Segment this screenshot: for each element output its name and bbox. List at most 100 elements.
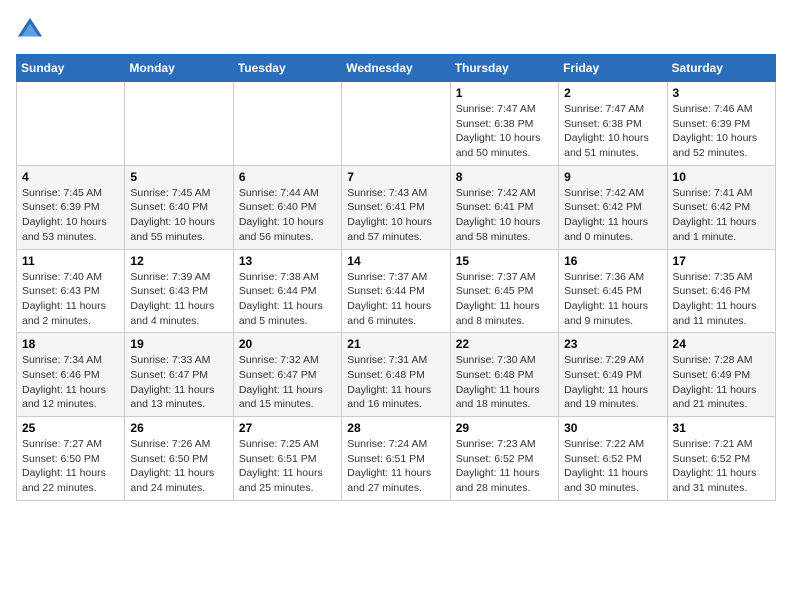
day-info: Sunrise: 7:33 AMSunset: 6:47 PMDaylight:… [130, 353, 227, 412]
calendar-week-3: 11 Sunrise: 7:40 AMSunset: 6:43 PMDayligh… [17, 249, 776, 333]
calendar-week-5: 25 Sunrise: 7:27 AMSunset: 6:50 PMDayligh… [17, 417, 776, 501]
day-number: 26 [130, 421, 227, 435]
calendar-cell: 2 Sunrise: 7:47 AMSunset: 6:38 PMDaylight… [559, 82, 667, 166]
day-number: 8 [456, 170, 553, 184]
day-info: Sunrise: 7:28 AMSunset: 6:49 PMDaylight:… [673, 353, 770, 412]
day-info: Sunrise: 7:23 AMSunset: 6:52 PMDaylight:… [456, 437, 553, 496]
calendar-cell: 25 Sunrise: 7:27 AMSunset: 6:50 PMDayligh… [17, 417, 125, 501]
calendar-cell: 30 Sunrise: 7:22 AMSunset: 6:52 PMDayligh… [559, 417, 667, 501]
calendar-cell: 21 Sunrise: 7:31 AMSunset: 6:48 PMDayligh… [342, 333, 450, 417]
page-header [16, 16, 776, 44]
day-info: Sunrise: 7:42 AMSunset: 6:41 PMDaylight:… [456, 186, 553, 245]
calendar-cell: 16 Sunrise: 7:36 AMSunset: 6:45 PMDayligh… [559, 249, 667, 333]
day-number: 14 [347, 254, 444, 268]
calendar-table: SundayMondayTuesdayWednesdayThursdayFrid… [16, 54, 776, 501]
day-info: Sunrise: 7:32 AMSunset: 6:47 PMDaylight:… [239, 353, 336, 412]
day-number: 31 [673, 421, 770, 435]
day-number: 20 [239, 337, 336, 351]
day-info: Sunrise: 7:38 AMSunset: 6:44 PMDaylight:… [239, 270, 336, 329]
calendar-cell: 1 Sunrise: 7:47 AMSunset: 6:38 PMDaylight… [450, 82, 558, 166]
day-number: 19 [130, 337, 227, 351]
day-number: 11 [22, 254, 119, 268]
day-number: 18 [22, 337, 119, 351]
day-info: Sunrise: 7:30 AMSunset: 6:48 PMDaylight:… [456, 353, 553, 412]
calendar-cell: 7 Sunrise: 7:43 AMSunset: 6:41 PMDaylight… [342, 165, 450, 249]
day-info: Sunrise: 7:40 AMSunset: 6:43 PMDaylight:… [22, 270, 119, 329]
day-number: 25 [22, 421, 119, 435]
calendar-cell: 5 Sunrise: 7:45 AMSunset: 6:40 PMDaylight… [125, 165, 233, 249]
weekday-header-wednesday: Wednesday [342, 55, 450, 82]
calendar-cell: 23 Sunrise: 7:29 AMSunset: 6:49 PMDayligh… [559, 333, 667, 417]
calendar-cell: 8 Sunrise: 7:42 AMSunset: 6:41 PMDaylight… [450, 165, 558, 249]
calendar-cell: 6 Sunrise: 7:44 AMSunset: 6:40 PMDaylight… [233, 165, 341, 249]
calendar-cell: 26Sunrise: 7:26 AMSunset: 6:50 PMDayligh… [125, 417, 233, 501]
day-info: Sunrise: 7:22 AMSunset: 6:52 PMDaylight:… [564, 437, 661, 496]
calendar-cell: 14Sunrise: 7:37 AMSunset: 6:44 PMDayligh… [342, 249, 450, 333]
calendar-cell: 29 Sunrise: 7:23 AMSunset: 6:52 PMDayligh… [450, 417, 558, 501]
day-info: Sunrise: 7:47 AMSunset: 6:38 PMDaylight:… [456, 102, 553, 161]
day-info: Sunrise: 7:31 AMSunset: 6:48 PMDaylight:… [347, 353, 444, 412]
weekday-header-saturday: Saturday [667, 55, 775, 82]
day-number: 21 [347, 337, 444, 351]
calendar-cell [342, 82, 450, 166]
day-info: Sunrise: 7:42 AMSunset: 6:42 PMDaylight:… [564, 186, 661, 245]
calendar-cell [17, 82, 125, 166]
day-number: 29 [456, 421, 553, 435]
calendar-cell: 11 Sunrise: 7:40 AMSunset: 6:43 PMDayligh… [17, 249, 125, 333]
day-number: 23 [564, 337, 661, 351]
day-number: 16 [564, 254, 661, 268]
day-number: 27 [239, 421, 336, 435]
weekday-row: SundayMondayTuesdayWednesdayThursdayFrid… [17, 55, 776, 82]
day-info: Sunrise: 7:41 AMSunset: 6:42 PMDaylight:… [673, 186, 770, 245]
day-info: Sunrise: 7:39 AMSunset: 6:43 PMDaylight:… [130, 270, 227, 329]
day-info: Sunrise: 7:29 AMSunset: 6:49 PMDaylight:… [564, 353, 661, 412]
day-number: 17 [673, 254, 770, 268]
day-number: 22 [456, 337, 553, 351]
day-info: Sunrise: 7:45 AMSunset: 6:39 PMDaylight:… [22, 186, 119, 245]
calendar-cell: 31Sunrise: 7:21 AMSunset: 6:52 PMDayligh… [667, 417, 775, 501]
calendar-cell: 9Sunrise: 7:42 AMSunset: 6:42 PMDaylight… [559, 165, 667, 249]
day-number: 5 [130, 170, 227, 184]
calendar-cell [125, 82, 233, 166]
calendar-cell: 28 Sunrise: 7:24 AMSunset: 6:51 PMDayligh… [342, 417, 450, 501]
calendar-cell: 27Sunrise: 7:25 AMSunset: 6:51 PMDayligh… [233, 417, 341, 501]
day-number: 15 [456, 254, 553, 268]
calendar-cell: 10 Sunrise: 7:41 AMSunset: 6:42 PMDayligh… [667, 165, 775, 249]
day-number: 30 [564, 421, 661, 435]
logo [16, 16, 48, 44]
calendar-cell: 24 Sunrise: 7:28 AMSunset: 6:49 PMDayligh… [667, 333, 775, 417]
calendar-cell: 17Sunrise: 7:35 AMSunset: 6:46 PMDayligh… [667, 249, 775, 333]
calendar-cell: 12Sunrise: 7:39 AMSunset: 6:43 PMDayligh… [125, 249, 233, 333]
day-info: Sunrise: 7:45 AMSunset: 6:40 PMDaylight:… [130, 186, 227, 245]
calendar-cell: 13 Sunrise: 7:38 AMSunset: 6:44 PMDayligh… [233, 249, 341, 333]
calendar-week-1: 1 Sunrise: 7:47 AMSunset: 6:38 PMDaylight… [17, 82, 776, 166]
day-number: 13 [239, 254, 336, 268]
calendar-cell: 4 Sunrise: 7:45 AMSunset: 6:39 PMDaylight… [17, 165, 125, 249]
calendar-cell [233, 82, 341, 166]
day-number: 6 [239, 170, 336, 184]
day-number: 2 [564, 86, 661, 100]
calendar-cell: 22 Sunrise: 7:30 AMSunset: 6:48 PMDayligh… [450, 333, 558, 417]
day-number: 24 [673, 337, 770, 351]
day-info: Sunrise: 7:36 AMSunset: 6:45 PMDaylight:… [564, 270, 661, 329]
day-number: 4 [22, 170, 119, 184]
weekday-header-monday: Monday [125, 55, 233, 82]
calendar-body: 1 Sunrise: 7:47 AMSunset: 6:38 PMDaylight… [17, 82, 776, 501]
day-info: Sunrise: 7:27 AMSunset: 6:50 PMDaylight:… [22, 437, 119, 496]
day-info: Sunrise: 7:43 AMSunset: 6:41 PMDaylight:… [347, 186, 444, 245]
calendar-cell: 3Sunrise: 7:46 AMSunset: 6:39 PMDaylight… [667, 82, 775, 166]
day-info: Sunrise: 7:24 AMSunset: 6:51 PMDaylight:… [347, 437, 444, 496]
day-info: Sunrise: 7:44 AMSunset: 6:40 PMDaylight:… [239, 186, 336, 245]
day-info: Sunrise: 7:46 AMSunset: 6:39 PMDaylight:… [673, 102, 770, 161]
calendar-cell: 18Sunrise: 7:34 AMSunset: 6:46 PMDayligh… [17, 333, 125, 417]
calendar-header: SundayMondayTuesdayWednesdayThursdayFrid… [17, 55, 776, 82]
calendar-cell: 15 Sunrise: 7:37 AMSunset: 6:45 PMDayligh… [450, 249, 558, 333]
day-number: 28 [347, 421, 444, 435]
day-info: Sunrise: 7:37 AMSunset: 6:45 PMDaylight:… [456, 270, 553, 329]
day-number: 10 [673, 170, 770, 184]
day-number: 1 [456, 86, 553, 100]
day-info: Sunrise: 7:47 AMSunset: 6:38 PMDaylight:… [564, 102, 661, 161]
calendar-cell: 20 Sunrise: 7:32 AMSunset: 6:47 PMDayligh… [233, 333, 341, 417]
day-number: 7 [347, 170, 444, 184]
weekday-header-thursday: Thursday [450, 55, 558, 82]
